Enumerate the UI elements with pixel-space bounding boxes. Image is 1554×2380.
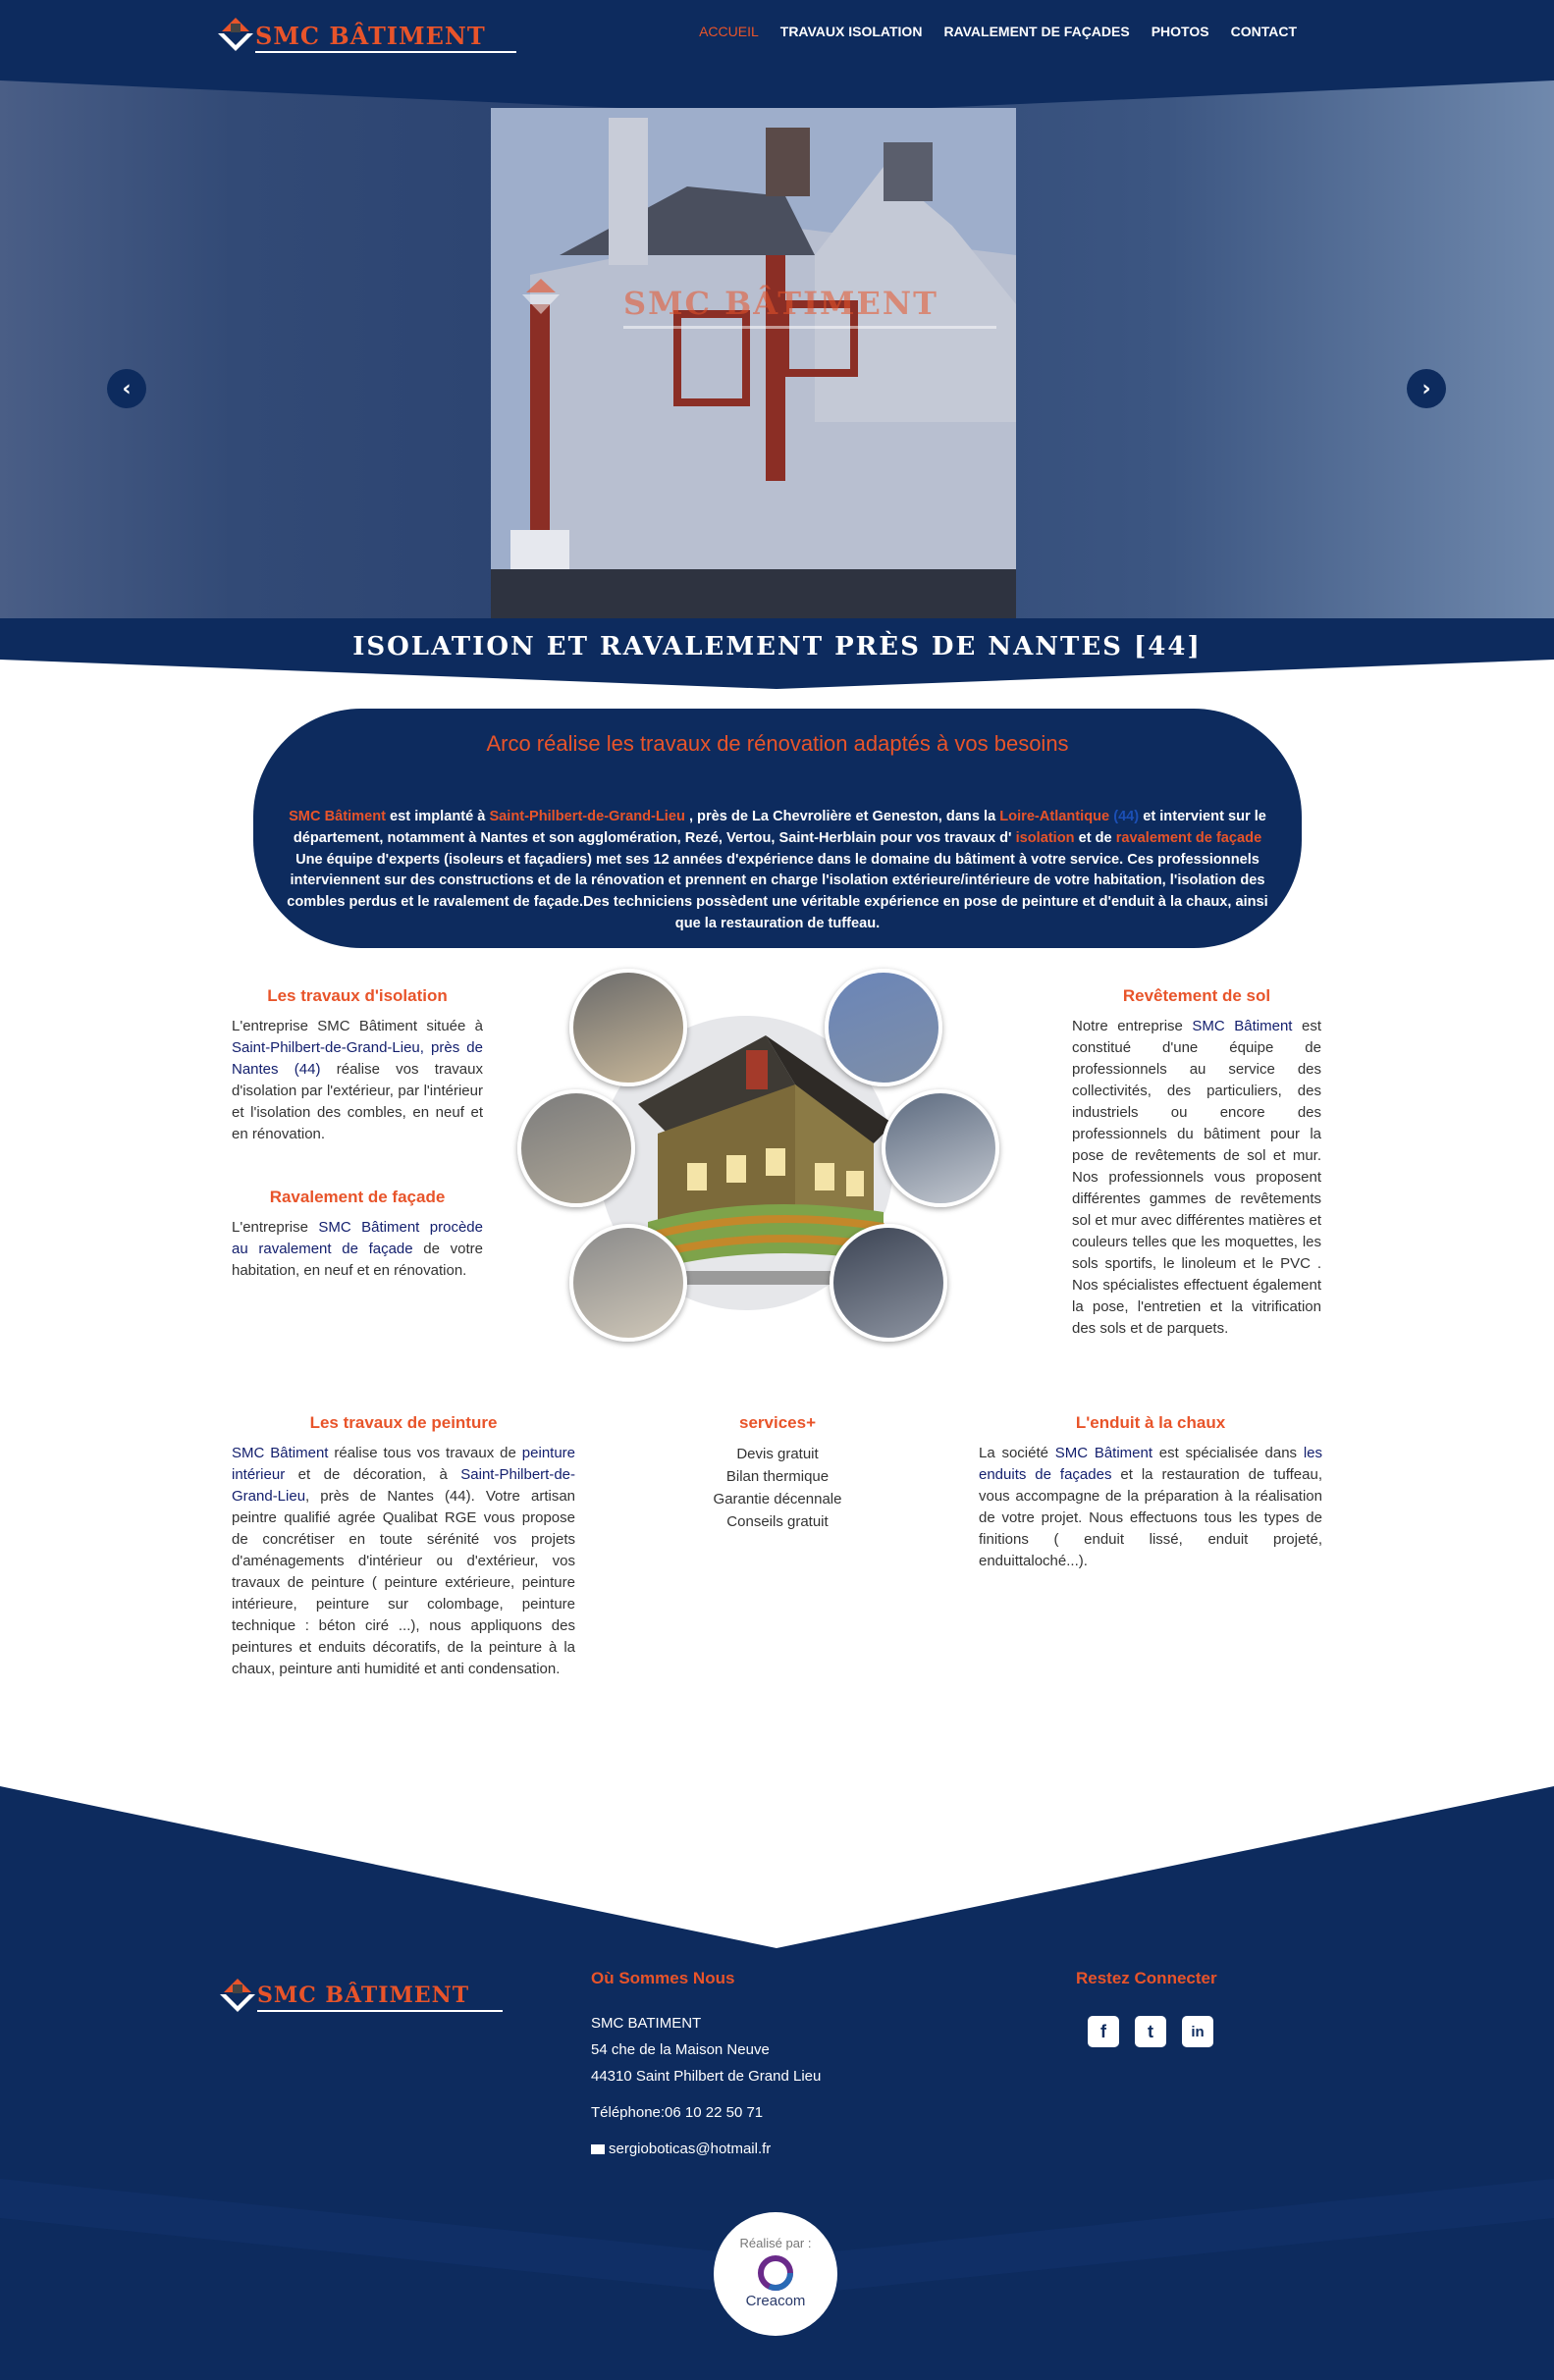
section-title-sol: Revêtement de sol bbox=[1122, 986, 1271, 1005]
logo-text: SMC BÂTIMENT bbox=[255, 22, 486, 50]
services-item: Garantie décennale bbox=[713, 1491, 842, 1507]
footer-logo-text: SMC BÂTIMENT bbox=[257, 1983, 470, 2008]
intro-ravalement-link[interactable]: ravalement de façade bbox=[1116, 830, 1261, 846]
peinture-company-link[interactable]: SMC Bâtiment bbox=[232, 1445, 328, 1461]
intro-dept: (44) bbox=[1113, 809, 1140, 824]
section-text-sol: Notre entreprise SMC Bâtiment est consti… bbox=[1072, 1018, 1322, 1337]
credit-label: Réalisé par : bbox=[739, 2236, 812, 2250]
credit-name: Creacom bbox=[745, 2293, 806, 2309]
footer-email-row[interactable]: sergioboticas@hotmail.fr bbox=[591, 2141, 771, 2157]
intro-region-link[interactable]: Loire-Atlantique bbox=[999, 809, 1109, 824]
section-title-isolation: Les travaux d'isolation bbox=[267, 986, 448, 1005]
twitter-icon[interactable]: t bbox=[1135, 2016, 1166, 2047]
photo-attic-insulation bbox=[569, 969, 687, 1086]
footer-logo-underline bbox=[257, 2010, 503, 2012]
services-item: Devis gratuit bbox=[736, 1446, 819, 1462]
nav-accueil[interactable]: ACCUEIL bbox=[699, 24, 759, 39]
main-nav: ACCUEIL TRAVAUX ISOLATION RAVALEMENT DE … bbox=[699, 24, 1297, 39]
section-text-enduit: La société SMC Bâtiment est spécialisée … bbox=[979, 1445, 1323, 1569]
slider-prev-button[interactable]: ‹ bbox=[107, 369, 146, 408]
footer-social-title: Restez Connecter bbox=[1076, 1969, 1217, 1987]
nav-travaux-isolation[interactable]: TRAVAUX ISOLATION bbox=[780, 24, 923, 39]
footer-email[interactable]: sergioboticas@hotmail.fr bbox=[609, 2141, 771, 2157]
services-item: Conseils gratuit bbox=[726, 1513, 829, 1530]
photo-wall-coating bbox=[882, 1089, 999, 1207]
hero-slider: SMC BÂTIMENT ‹ › bbox=[0, 71, 1554, 618]
photo-interior-works bbox=[569, 1224, 687, 1342]
sol-keyword-link[interactable]: SMC Bâtiment bbox=[1192, 1018, 1292, 1034]
services-list: Devis gratuit Bilan thermique Garantie d… bbox=[630, 1443, 925, 1533]
hero-watermark-text: SMC BÂTIMENT bbox=[623, 285, 938, 322]
logo-house-icon bbox=[218, 18, 253, 51]
hero-slide-image: SMC BÂTIMENT bbox=[491, 108, 1016, 618]
section-text-isolation: L'entreprise SMC Bâtiment située à Saint… bbox=[232, 1018, 483, 1142]
section-text-peinture: SMC Bâtiment réalise tous vos travaux de… bbox=[232, 1445, 576, 1677]
enduit-company-link[interactable]: SMC Bâtiment bbox=[1055, 1445, 1152, 1461]
house-facade-illustration bbox=[491, 108, 1016, 618]
linkedin-icon[interactable]: in bbox=[1182, 2016, 1213, 2047]
site-header: SMC BÂTIMENT ACCUEIL TRAVAUX ISOLATION R… bbox=[0, 0, 1554, 71]
services-illustration bbox=[510, 967, 1001, 1349]
logo-underline bbox=[255, 51, 516, 53]
section-title-ravalement: Ravalement de façade bbox=[269, 1188, 446, 1206]
footer-logo-house-icon bbox=[220, 1979, 255, 2012]
nav-ravalement-facades[interactable]: RAVALEMENT DE FAÇADES bbox=[943, 24, 1129, 39]
chevron-right-icon: › bbox=[1421, 376, 1431, 401]
page-title: ISOLATION ET RAVALEMENT PRÈS DE NANTES [… bbox=[352, 632, 1202, 661]
photo-facade-blue bbox=[825, 969, 942, 1086]
envelope-icon bbox=[591, 2144, 605, 2155]
footer-where-title: Où Sommes Nous bbox=[591, 1969, 735, 1987]
intro-isolation-link[interactable]: isolation bbox=[1016, 830, 1075, 846]
facebook-icon[interactable]: f bbox=[1088, 2016, 1119, 2047]
footer-company: SMC BATIMENT bbox=[591, 2015, 702, 2032]
intro-company[interactable]: SMC Bâtiment bbox=[289, 809, 386, 824]
section-title-enduit: L'enduit à la chaux bbox=[1075, 1413, 1226, 1432]
nav-photos[interactable]: PHOTOS bbox=[1152, 24, 1209, 39]
intro-text: SMC Bâtiment est implanté à Saint-Philbe… bbox=[287, 809, 1268, 931]
intro-city-link[interactable]: Saint-Philbert-de-Grand-Lieu bbox=[489, 809, 684, 824]
section-title-peinture: Les travaux de peinture bbox=[309, 1413, 498, 1432]
slider-next-button[interactable]: › bbox=[1407, 369, 1446, 408]
footer-city: 44310 Saint Philbert de Grand Lieu bbox=[591, 2068, 822, 2085]
intro-title: Arco réalise les travaux de rénovation a… bbox=[486, 731, 1069, 756]
chevron-left-icon: ‹ bbox=[122, 376, 132, 401]
creacom-logo-icon bbox=[758, 2255, 793, 2291]
photo-stone-house bbox=[517, 1089, 635, 1207]
photo-modern-facade bbox=[830, 1224, 947, 1342]
section-title-services: services+ bbox=[739, 1413, 816, 1432]
nav-contact[interactable]: CONTACT bbox=[1231, 24, 1297, 39]
site-logo[interactable]: SMC BÂTIMENT bbox=[216, 12, 520, 59]
footer-phone[interactable]: Téléphone:06 10 22 50 71 bbox=[591, 2104, 763, 2121]
services-item: Bilan thermique bbox=[725, 1468, 830, 1485]
hero-watermark-line bbox=[623, 326, 996, 329]
section-text-ravalement: L'entreprise SMC Bâtiment procède au rav… bbox=[232, 1219, 483, 1279]
footer-street: 54 che de la Maison Neuve bbox=[591, 2041, 770, 2058]
footer-logo[interactable]: SMC BÂTIMENT bbox=[218, 1973, 522, 2020]
